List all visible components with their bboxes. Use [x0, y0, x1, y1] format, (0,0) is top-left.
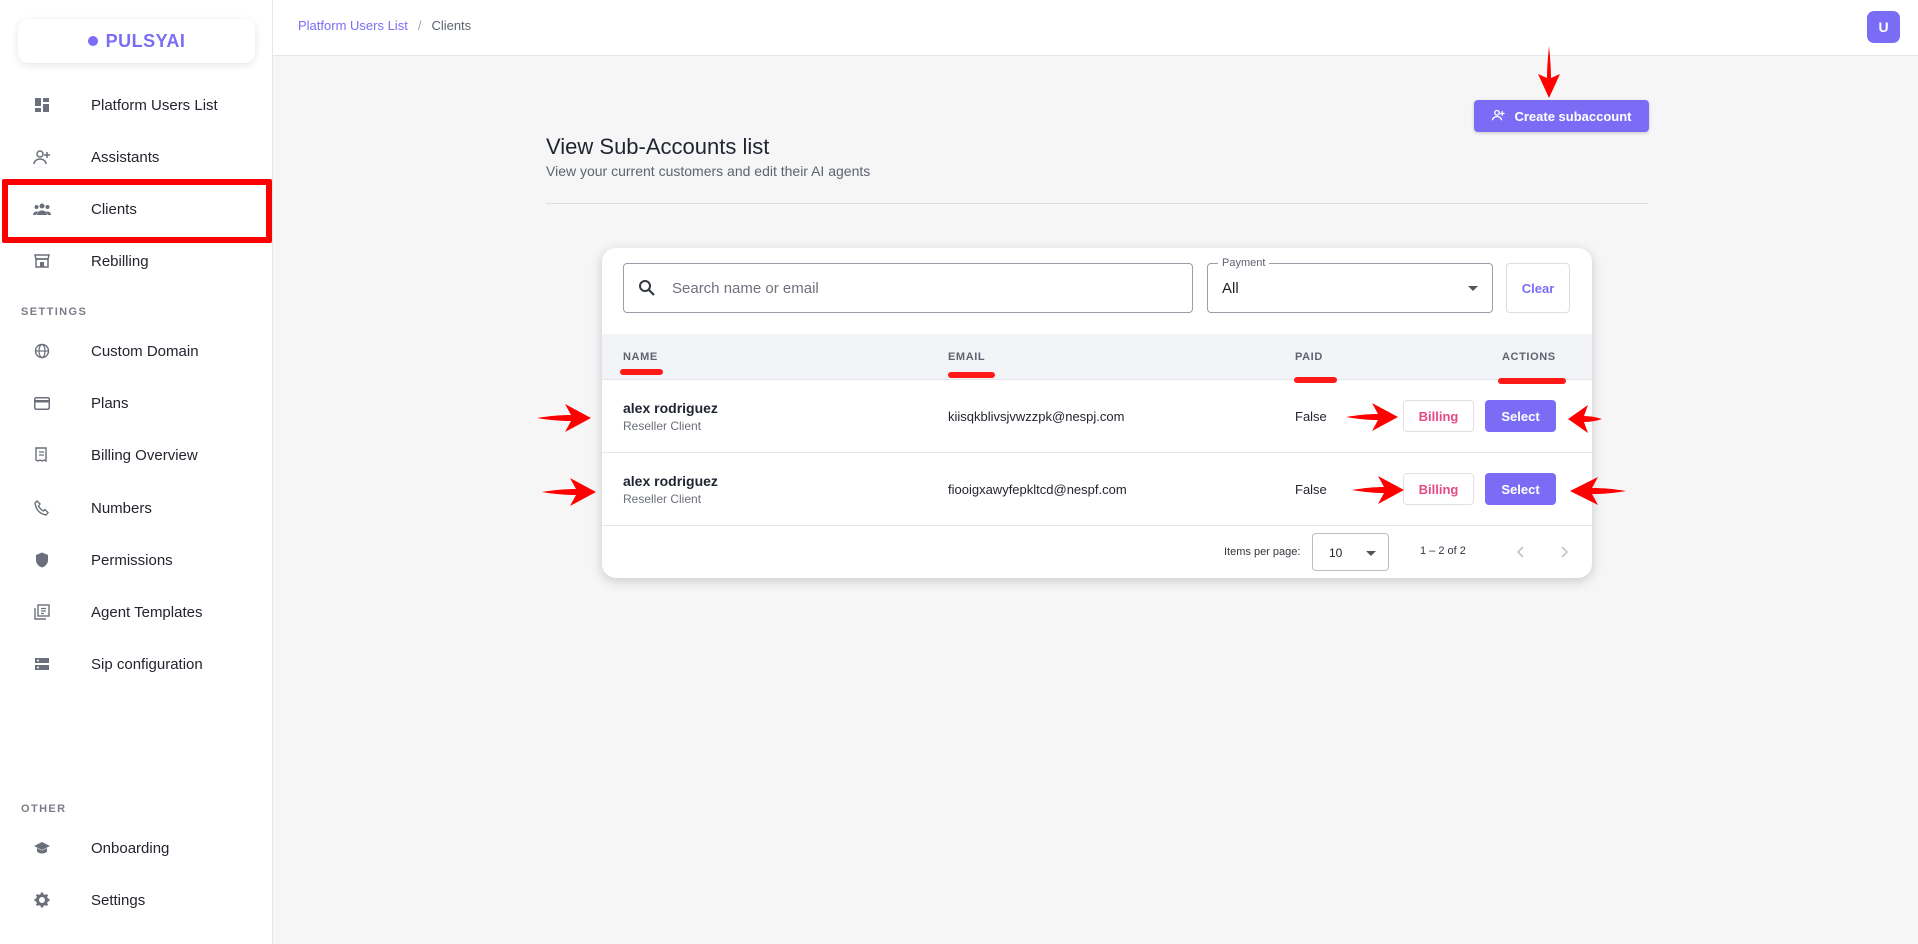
select-button[interactable]: Select — [1485, 400, 1556, 432]
sidebar-item-label: Rebilling — [91, 252, 149, 270]
table-row: alex rodriguez Reseller Client kiisqkbli… — [602, 380, 1592, 453]
sidebar: PULSYAI Platform Users List Assistants C… — [0, 0, 273, 944]
items-per-page-value: 10 — [1329, 546, 1343, 560]
client-email: fiooigxawyfepkltcd@nespf.com — [948, 482, 1127, 497]
chevron-left-icon — [1516, 546, 1524, 558]
page-title: View Sub-Accounts list — [546, 134, 770, 159]
column-header-actions: ACTIONS — [1502, 351, 1556, 363]
divider — [546, 203, 1648, 204]
next-page-button[interactable] — [1552, 540, 1576, 564]
sidebar-item-label: Plans — [91, 394, 129, 412]
chevron-down-icon — [1468, 286, 1478, 291]
client-role: Reseller Client — [623, 492, 702, 506]
breadcrumb-current: Clients — [431, 18, 472, 33]
table-header: NAME EMAIL PAID ACTIONS — [602, 334, 1592, 380]
payment-label: Payment — [1218, 257, 1270, 269]
create-subaccount-button[interactable]: Create subaccount — [1474, 100, 1649, 132]
items-per-page-select[interactable]: 10 — [1312, 533, 1389, 571]
sidebar-item-settings[interactable]: Settings — [0, 880, 273, 920]
logo-dot-icon — [87, 36, 98, 46]
table-row: alex rodriguez Reseller Client fiooigxaw… — [602, 453, 1592, 526]
column-header-name[interactable]: NAME — [623, 351, 658, 363]
sidebar-item-label: Agent Templates — [91, 603, 203, 621]
sidebar-item-agent-templates[interactable]: Agent Templates — [0, 592, 273, 632]
billing-button[interactable]: Billing — [1403, 473, 1474, 505]
page-subtitle: View your current customers and edit the… — [546, 163, 871, 179]
breadcrumb: Platform Users List / Clients — [298, 18, 471, 33]
search-icon — [638, 279, 656, 297]
sidebar-item-label: Numbers — [91, 499, 152, 517]
column-header-email[interactable]: EMAIL — [948, 351, 985, 363]
billing-button[interactable]: Billing — [1403, 400, 1474, 432]
logo[interactable]: PULSYAI — [18, 19, 255, 63]
sidebar-item-plans[interactable]: Plans — [0, 383, 273, 423]
storefront-icon — [33, 252, 51, 270]
client-role: Reseller Client — [623, 419, 702, 433]
gear-icon — [33, 891, 51, 909]
logo-text: PULSYAI — [105, 30, 186, 51]
receipt-icon — [33, 446, 51, 464]
subaccounts-card: Payment All Clear NAME EMAIL PAID ACTION… — [602, 248, 1592, 578]
group-icon — [33, 200, 51, 218]
annotation-arrow-right-icon — [537, 404, 591, 432]
sidebar-item-label: Permissions — [91, 551, 173, 569]
previous-page-button[interactable] — [1509, 540, 1533, 564]
sidebar-item-numbers[interactable]: Numbers — [0, 488, 273, 528]
sidebar-item-label: Onboarding — [91, 839, 170, 857]
sidebar-item-custom-domain[interactable]: Custom Domain — [0, 331, 273, 371]
client-paid: False — [1295, 409, 1327, 424]
client-name: alex rodriguez — [623, 400, 718, 416]
sidebar-item-clients[interactable]: Clients — [0, 189, 273, 229]
other-section-title: OTHER — [21, 803, 67, 815]
sidebar-item-label: Custom Domain — [91, 342, 199, 360]
sidebar-item-label: Platform Users List — [91, 96, 218, 114]
person-add-icon — [1491, 109, 1506, 124]
topbar: Platform Users List / Clients U — [273, 0, 1918, 56]
sidebar-item-permissions[interactable]: Permissions — [0, 540, 273, 580]
dashboard-icon — [33, 96, 51, 114]
client-name: alex rodriguez — [623, 473, 718, 489]
sidebar-item-rebilling[interactable]: Rebilling — [0, 241, 273, 281]
shield-icon — [33, 551, 51, 569]
client-paid: False — [1295, 482, 1327, 497]
clear-button[interactable]: Clear — [1506, 263, 1570, 313]
breadcrumb-separator: / — [417, 18, 422, 33]
search-field[interactable] — [623, 263, 1193, 313]
select-button[interactable]: Select — [1485, 473, 1556, 505]
sidebar-item-label: Settings — [91, 891, 146, 909]
column-header-paid[interactable]: PAID — [1295, 351, 1323, 363]
sidebar-item-label: Clients — [91, 200, 137, 218]
chevron-down-icon — [1366, 551, 1376, 556]
items-per-page-label: Items per page: — [1224, 546, 1301, 558]
payment-select[interactable]: Payment All — [1207, 257, 1493, 313]
library-icon — [33, 603, 51, 621]
sidebar-item-onboarding[interactable]: Onboarding — [0, 828, 273, 868]
sidebar-item-assistants[interactable]: Assistants — [0, 137, 273, 177]
sidebar-item-platform-users-list[interactable]: Platform Users List — [0, 85, 273, 125]
sidebar-item-sip-configuration[interactable]: Sip configuration — [0, 644, 273, 684]
client-email: kiisqkblivsjvwzzpk@nespj.com — [948, 409, 1125, 424]
credit-card-icon — [33, 394, 51, 412]
server-icon — [33, 655, 51, 673]
avatar[interactable]: U — [1867, 11, 1900, 43]
sidebar-item-label: Billing Overview — [91, 446, 198, 464]
sidebar-item-label: Sip configuration — [91, 655, 203, 673]
phone-icon — [33, 499, 51, 517]
person-add-icon — [33, 148, 51, 166]
create-subaccount-label: Create subaccount — [1514, 108, 1632, 124]
pagination-range: 1 – 2 of 2 — [1420, 545, 1466, 557]
search-input[interactable] — [672, 279, 1152, 297]
breadcrumb-link[interactable]: Platform Users List — [298, 18, 408, 33]
annotation-arrow-right-icon — [542, 478, 596, 506]
payment-value: All — [1222, 280, 1239, 297]
globe-icon — [33, 342, 51, 360]
settings-section-title: SETTINGS — [21, 306, 88, 318]
sidebar-item-billing-overview[interactable]: Billing Overview — [0, 435, 273, 475]
chevron-right-icon — [1561, 546, 1569, 558]
school-icon — [33, 839, 51, 857]
sidebar-item-label: Assistants — [91, 148, 160, 166]
